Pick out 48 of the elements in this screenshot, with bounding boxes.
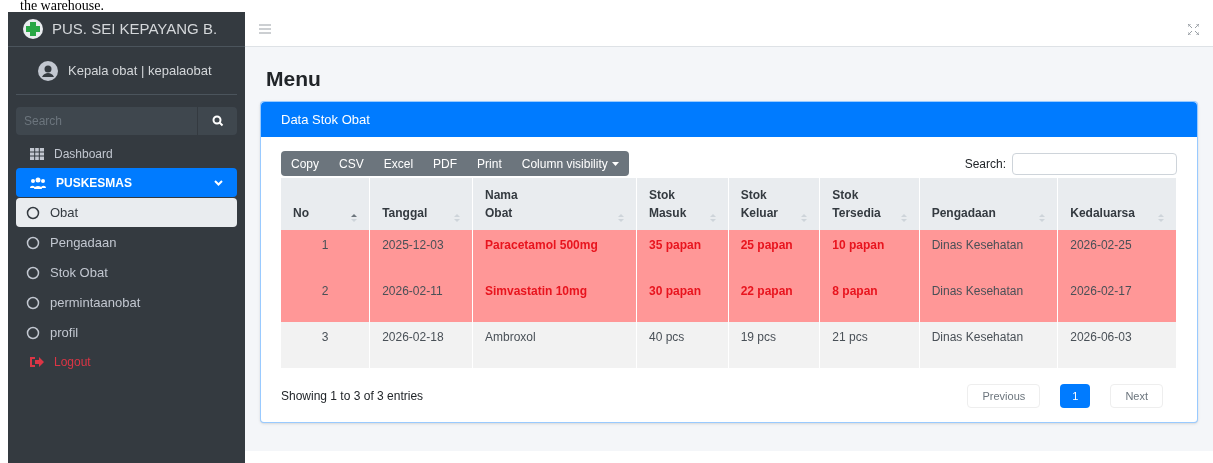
table-cell: 21 pcs bbox=[819, 322, 920, 368]
sidebar-item[interactable]: profil bbox=[16, 318, 237, 347]
table-cell: 2026-06-03 bbox=[1057, 322, 1177, 368]
circle-icon bbox=[26, 325, 40, 340]
circle-icon bbox=[26, 205, 40, 220]
search-label: Search: bbox=[964, 155, 1006, 173]
export-button[interactable]: Print bbox=[467, 151, 512, 176]
search-button[interactable] bbox=[197, 107, 237, 135]
brand-name[interactable]: PUS. SEI KEPAYANG B. bbox=[52, 17, 218, 41]
sidebar-item[interactable]: Pengadaan bbox=[16, 228, 237, 257]
export-button[interactable]: PDF bbox=[423, 151, 468, 176]
chevron-icon bbox=[214, 179, 223, 186]
page-button[interactable]: 1 bbox=[1060, 384, 1091, 408]
export-button[interactable]: Column visibility bbox=[511, 151, 629, 176]
card-header: Data Stok Obat bbox=[261, 101, 1197, 137]
sidebar-item[interactable]: Stok Obat bbox=[16, 258, 237, 287]
sidebar-item[interactable]: Obat bbox=[16, 198, 237, 227]
menu-icon[interactable] bbox=[259, 24, 271, 34]
table-search-field[interactable] bbox=[1012, 152, 1177, 175]
sign-out-icon bbox=[30, 355, 44, 368]
circle-icon bbox=[26, 265, 40, 280]
user-name[interactable]: Kepala obat | kepalaobat bbox=[68, 60, 212, 81]
export-button[interactable]: Copy bbox=[281, 151, 329, 176]
page-title: Menu bbox=[265, 66, 322, 92]
users-icon bbox=[30, 176, 46, 189]
table-cell: Dinas Kesehatan bbox=[919, 322, 1058, 368]
table-cell: Ambroxol bbox=[472, 322, 637, 368]
export-button[interactable]: CSV bbox=[329, 151, 374, 176]
user-avatar-icon bbox=[38, 60, 58, 81]
fullscreen-icon[interactable] bbox=[1188, 23, 1199, 35]
entries-info: Showing 1 to 3 of 3 entries bbox=[281, 388, 424, 405]
search-icon bbox=[211, 115, 224, 127]
circle-icon bbox=[26, 295, 40, 310]
sidebar-item[interactable]: Dashboard bbox=[16, 139, 237, 168]
circle-icon bbox=[26, 235, 40, 250]
table-cell: 40 pcs bbox=[636, 322, 729, 368]
table-cell: 2026-02-18 bbox=[369, 322, 473, 368]
grid-icon bbox=[30, 147, 44, 160]
table-cell: 3 bbox=[281, 322, 370, 368]
sidebar-item[interactable]: permintaanobat bbox=[16, 288, 237, 317]
cross-logo-icon bbox=[22, 18, 44, 40]
caption-text: the warehouse. bbox=[20, 0, 104, 13]
page-button[interactable]: Previous bbox=[967, 384, 1041, 408]
export-button[interactable]: Excel bbox=[373, 151, 424, 176]
page-button[interactable]: Next bbox=[1110, 384, 1163, 408]
table-cell: 19 pcs bbox=[728, 322, 820, 368]
sidebar-item[interactable]: PUSKESMAS bbox=[16, 168, 237, 197]
caret-icon bbox=[611, 161, 619, 166]
